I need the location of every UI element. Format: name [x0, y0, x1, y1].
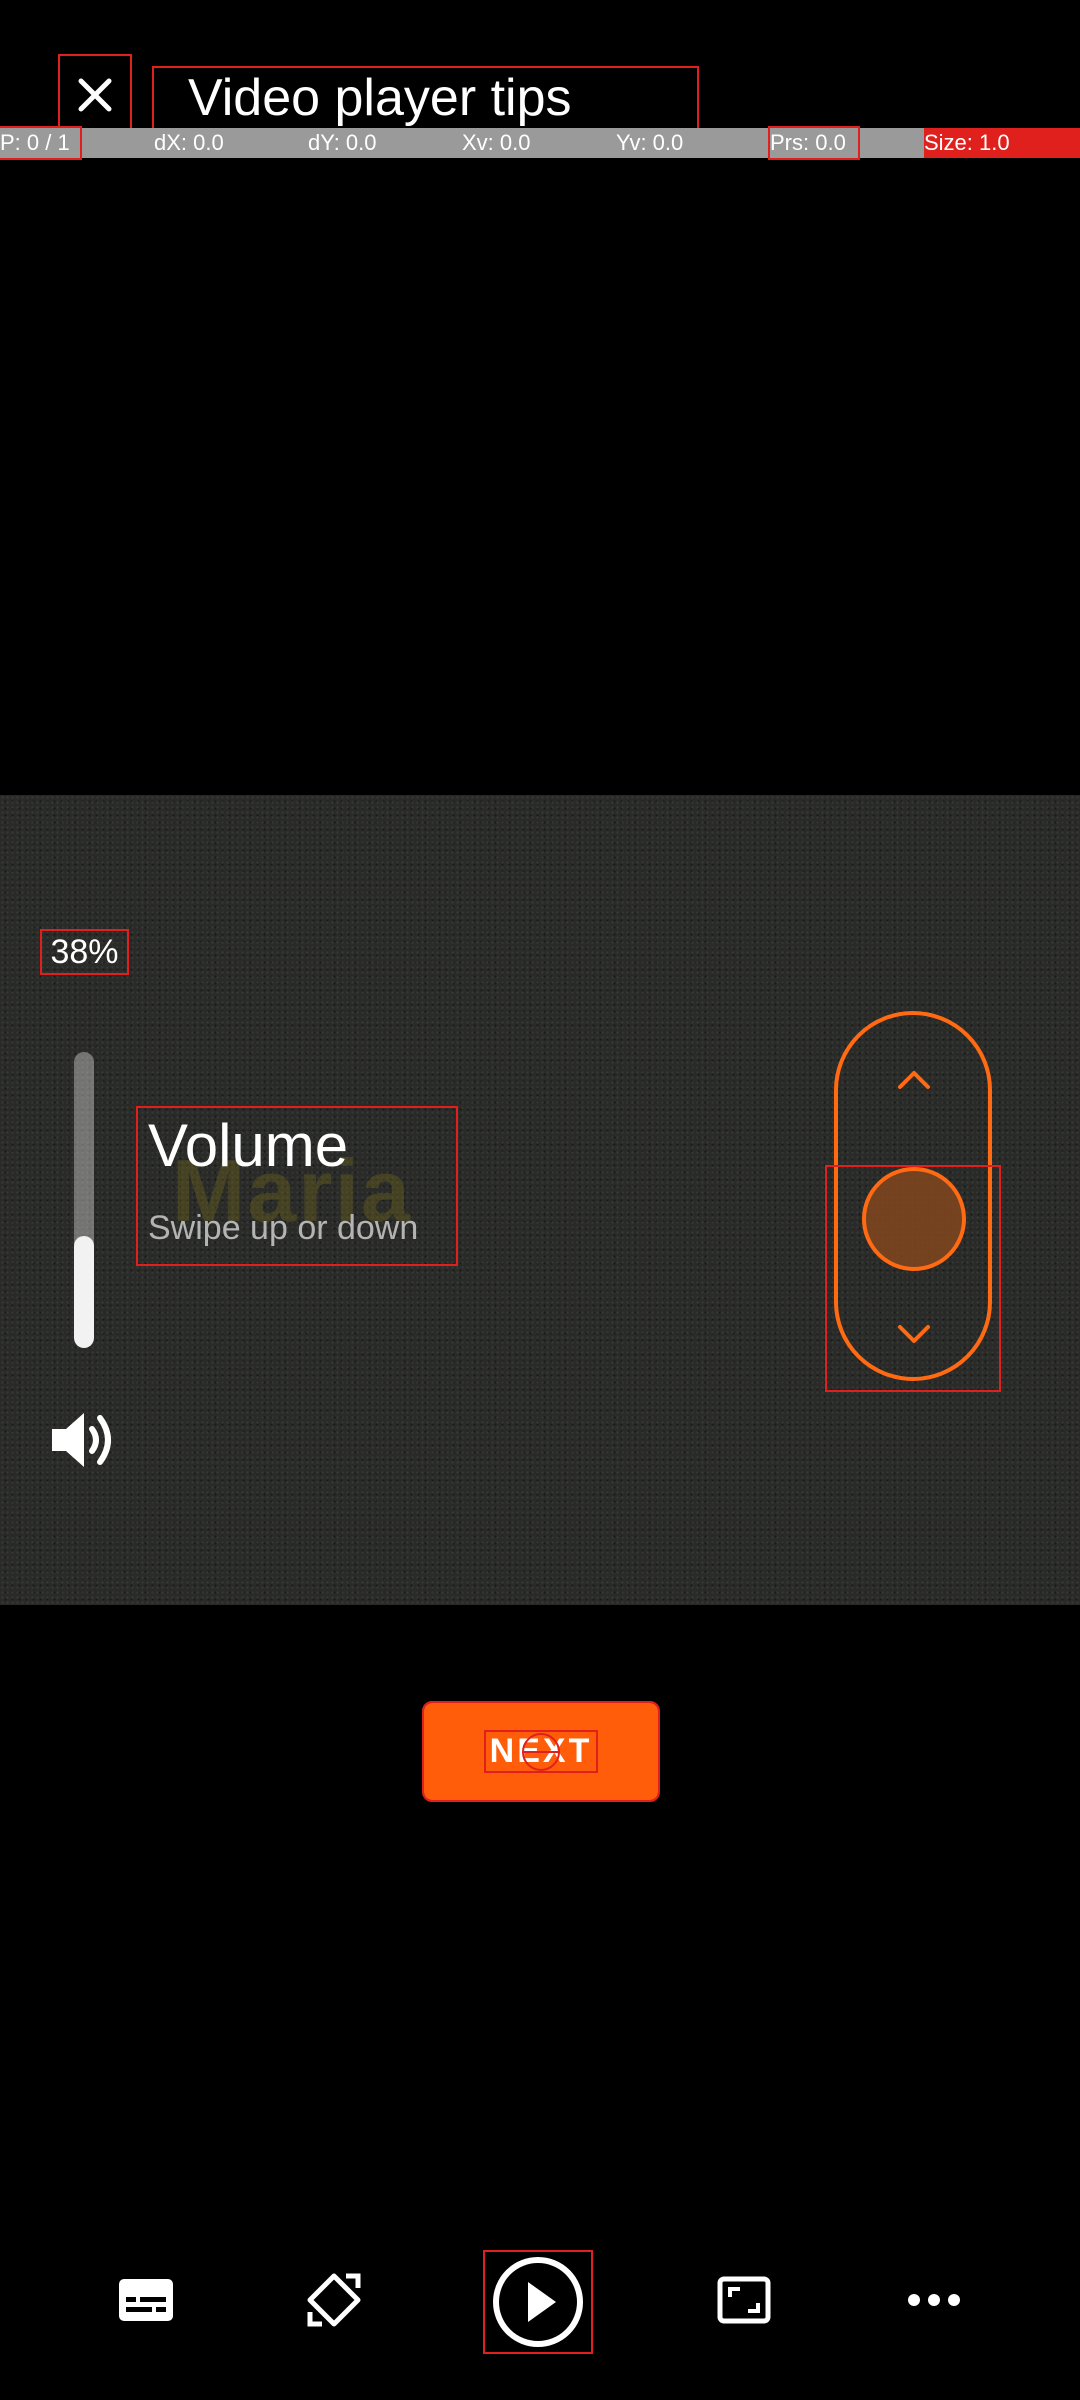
pointer-location-bar: P: 0 / 1 dX: 0.0 dY: 0.0 Xv: 0.0 Yv: 0.0… [0, 126, 1080, 160]
aspect-ratio-button[interactable] [696, 2260, 792, 2340]
rotate-icon [307, 2273, 361, 2327]
pointer-dy: dY: 0.0 [308, 130, 377, 155]
more-icon [908, 2294, 960, 2306]
volume-tip: Volume Swipe up or down [136, 1106, 458, 1266]
play-icon [493, 2257, 583, 2347]
more-options-button[interactable] [886, 2260, 982, 2340]
touch-indicator-line [522, 1751, 560, 1753]
volume-percent: 38% [40, 929, 129, 975]
video-surface[interactable]: Maria 38% Volume Swipe up or down [0, 795, 1080, 1605]
chevron-up-icon [898, 1071, 930, 1089]
volume-bar-fill [74, 1235, 94, 1348]
pointer-size: Size: 1.0 [924, 128, 1080, 158]
close-button[interactable] [58, 54, 132, 136]
pointer-xv: Xv: 0.0 [462, 130, 531, 155]
close-icon [78, 78, 112, 112]
aspect-ratio-icon [717, 2276, 771, 2324]
speaker-icon [48, 1405, 122, 1475]
volume-tip-title: Volume [148, 1112, 349, 1179]
pointer-dx: dX: 0.0 [154, 130, 224, 155]
pointer-yv: Yv: 0.0 [616, 130, 684, 155]
subtitles-button[interactable] [98, 2260, 194, 2340]
volume-bar [74, 1052, 94, 1348]
subtitles-icon [119, 2279, 173, 2321]
swipe-handle [862, 1167, 966, 1271]
rotate-button[interactable] [286, 2260, 382, 2340]
pointer-count: P: 0 / 1 [0, 126, 82, 160]
pointer-pressure: Prs: 0.0 [768, 126, 860, 160]
video-player-tips-screen: Video player tips P: 0 / 1 dX: 0.0 dY: 0… [0, 0, 1080, 2400]
play-button[interactable] [483, 2250, 593, 2354]
volume-tip-subtitle: Swipe up or down [148, 1209, 419, 1247]
